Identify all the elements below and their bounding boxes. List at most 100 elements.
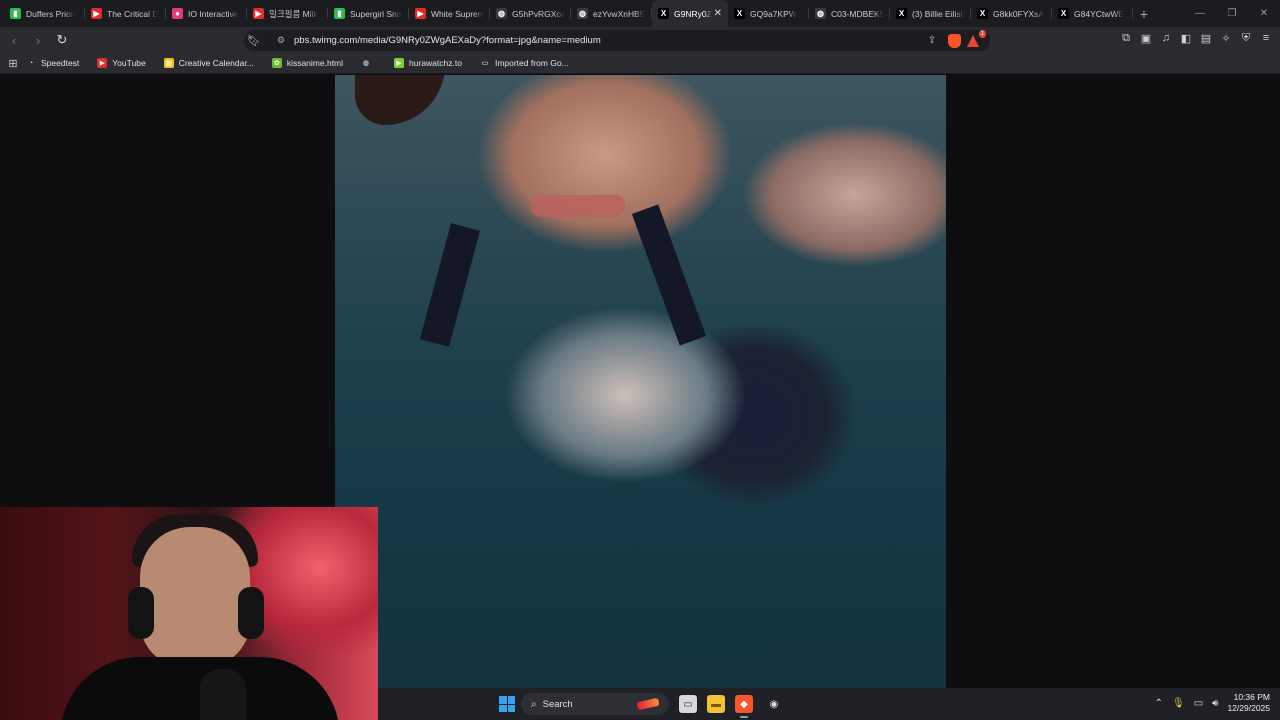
tab-4[interactable]: ▮ Supergirl Sna [328, 0, 409, 27]
bookmark-list: ◔ Speedtest ▶ YouTube ▦ Creative Calendar... ✿… [26, 58, 587, 68]
wallet-icon[interactable]: ▤ [1200, 32, 1212, 45]
webcam-region [128, 587, 154, 639]
tab-title: Supergirl Sna [350, 8, 402, 19]
tab-11[interactable]: X (3) Billie Eilish [890, 0, 971, 27]
tab-7[interactable]: ◍ ezYvwXnHB5 [571, 0, 652, 27]
bookmark-label: hurawatchz.to [409, 58, 462, 68]
bookmark-icon[interactable]: 🔖︎ [244, 34, 264, 47]
media-image[interactable] [335, 75, 946, 688]
green-square-icon: ▮ [10, 8, 21, 19]
window-controls: — ❐ ✕ [1184, 0, 1280, 27]
tab-title: G5hPvRGXoA [512, 8, 565, 19]
youtube-icon: ▶ [415, 8, 426, 19]
tab-list: ▮ Duffers Priori ▶ The Critical D ● IO Intera… [4, 0, 1133, 27]
tab-title: GQ9a7KPW [750, 8, 797, 19]
calendar-icon: ▦ [163, 58, 174, 68]
file-explorer-icon[interactable]: ▬ [707, 695, 725, 713]
task-view-icon[interactable]: ▭ [679, 695, 697, 713]
back-arrow-icon: ‹ [11, 32, 17, 48]
taskbar-search[interactable]: ⌕ Search [521, 693, 669, 715]
folder-icon: ▭ [479, 58, 490, 68]
globe-icon: ◍ [496, 8, 507, 19]
tab-9[interactable]: X GQ9a7KPW [728, 0, 809, 27]
image-region [355, 75, 445, 125]
globe-icon: ◍ [815, 8, 826, 19]
obs-icon[interactable]: ◉ [765, 695, 783, 713]
bookmark-item[interactable]: ◍ [361, 58, 376, 68]
webcam-region [238, 587, 264, 639]
x-logo-icon: X [896, 8, 907, 19]
maximize-button[interactable]: ❐ [1216, 0, 1248, 27]
tab-title: 밀크필름 Milk [269, 8, 318, 19]
tab-3[interactable]: ▶ 밀크필름 Milk [247, 0, 328, 27]
bookmark-item[interactable]: ▭ Imported from Go... [479, 58, 569, 68]
clock[interactable]: 10:36 PM 12/29/2025 [1227, 692, 1270, 714]
x-logo-icon: X [1058, 8, 1069, 19]
media-icon[interactable]: ♫ [1160, 32, 1172, 44]
close-window-button[interactable]: ✕ [1248, 0, 1280, 27]
sidebar-icon[interactable]: ◧ [1180, 32, 1192, 45]
globe-icon: ◍ [577, 8, 588, 19]
reload-button[interactable]: ↻ [52, 30, 72, 50]
extensions-icon[interactable]: ⧉ [1120, 32, 1132, 44]
tab-title: IO Interactive [188, 8, 239, 19]
clock-date: 12/29/2025 [1227, 703, 1270, 713]
bookmark-item[interactable]: ▶ YouTube [97, 58, 146, 68]
bookmark-item[interactable]: ✿ kissanime.html [271, 58, 343, 68]
tab-title: Duffers Priori [26, 8, 76, 19]
youtube-icon: ▶ [91, 8, 102, 19]
brave-shields-icon[interactable] [948, 33, 961, 48]
bookmark-item[interactable]: ◔ Speedtest [26, 58, 79, 68]
tab-10[interactable]: ◍ C03-MDBEK5 [809, 0, 890, 27]
minimize-button[interactable]: — [1184, 0, 1216, 27]
back-button[interactable]: ‹ [4, 30, 24, 50]
share-icon[interactable]: ⇪ [922, 35, 942, 46]
search-highlight-icon [636, 697, 660, 711]
brave-browser-icon[interactable]: ◆ [735, 695, 753, 718]
address-bar[interactable]: 🔖︎ ⚙ pbs.twimg.com/media/G9NRy0ZWgAEXaDy… [244, 29, 990, 51]
chevron-up-icon[interactable]: ⌃ [1155, 698, 1163, 709]
io-icon: ● [172, 8, 183, 19]
bookmark-item[interactable]: ▶ hurawatchz.to [394, 58, 462, 68]
tab-title: G9NRy0Z [674, 8, 712, 19]
tab-2[interactable]: ● IO Interactive [166, 0, 247, 27]
forward-arrow-icon: › [35, 32, 41, 48]
webcam-region [200, 669, 246, 720]
brave-rewards-icon[interactable]: 1 [967, 29, 986, 47]
image-region [419, 223, 481, 347]
search-icon: ⌕ [531, 698, 537, 710]
close-tab-icon[interactable]: ✕ [714, 8, 722, 19]
tab-13[interactable]: X G84YCtwWE [1052, 0, 1133, 27]
volume-icon[interactable]: 🔊︎ [1212, 698, 1218, 709]
network-icon[interactable]: ▭ [1194, 698, 1203, 709]
forward-button[interactable]: › [28, 30, 48, 50]
tab-title: (3) Billie Eilish [912, 8, 965, 19]
x-logo-icon: X [977, 8, 988, 19]
navigation-bar: ‹ › ↻ 🔖︎ ⚙ pbs.twimg.com/media/G9NRy0ZWg… [0, 27, 1280, 53]
apps-grid-icon[interactable]: ⊞ [0, 57, 26, 70]
bookmark-label: Imported from Go... [494, 58, 569, 68]
youtube-icon: ▶ [253, 8, 264, 19]
new-tab-button[interactable]: + [1133, 6, 1155, 22]
tab-title: The Critical D [107, 8, 159, 19]
search-label: Search [542, 698, 573, 710]
tab-title: G84YCtwWE [1074, 8, 1125, 19]
tab-0[interactable]: ▮ Duffers Priori [4, 0, 85, 27]
leo-ai-icon[interactable]: ✧ [1220, 32, 1232, 45]
image-region [631, 204, 707, 346]
site-info-icon[interactable]: ⚙ [272, 35, 290, 46]
tab-8[interactable]: X G9NRy0Z ✕ [652, 0, 728, 27]
url-text[interactable]: pbs.twimg.com/media/G9NRy0ZWgAEXaDy?form… [294, 35, 922, 46]
microphone-icon[interactable]: 🎙︎ [1172, 698, 1185, 709]
bookmark-item[interactable]: ▦ Creative Calendar... [163, 58, 254, 68]
screenshot-icon[interactable]: ▣ [1140, 32, 1152, 45]
tab-6[interactable]: ◍ G5hPvRGXoA [490, 0, 571, 27]
clock-time: 10:36 PM [1233, 692, 1270, 702]
bookmarks-bar: ⊞ ◔ Speedtest ▶ YouTube ▦ Creative Calendar..… [0, 53, 1280, 74]
tab-5[interactable]: ▶ White Suprem [409, 0, 490, 27]
tab-1[interactable]: ▶ The Critical D [85, 0, 166, 27]
menu-icon[interactable]: ≡ [1260, 32, 1272, 44]
start-button[interactable] [499, 696, 515, 712]
tab-12[interactable]: X G8kk0FYXsA [971, 0, 1052, 27]
vpn-icon[interactable]: ⛨ [1240, 32, 1252, 44]
